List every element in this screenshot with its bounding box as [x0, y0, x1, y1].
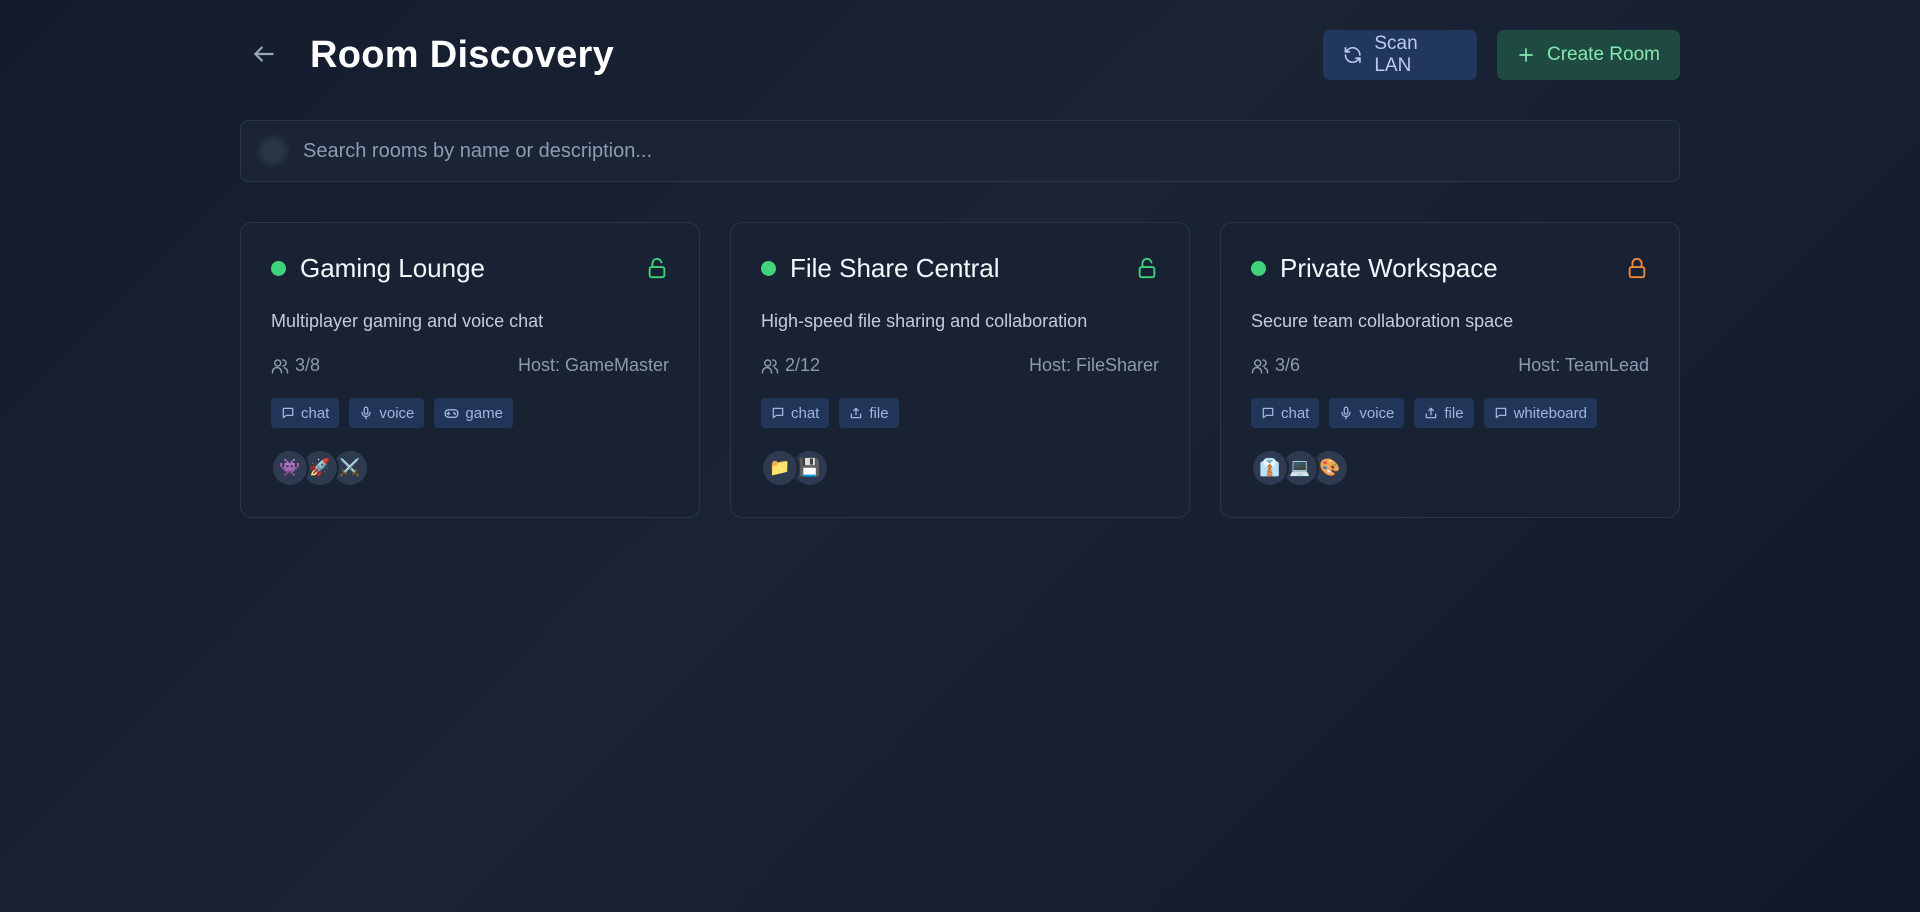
- feature-tag-voice[interactable]: voice: [349, 398, 425, 428]
- room-name: Gaming Lounge: [300, 252, 486, 283]
- member-avatars: 👔 💻 🎨: [1251, 449, 1349, 487]
- room-card-header: File Share Central: [761, 253, 1159, 283]
- occupancy-count: 2/12: [785, 355, 821, 375]
- host-label: Host: GameMaster: [517, 355, 669, 375]
- online-status-dot: [1251, 260, 1266, 276]
- page-title: Room Discovery: [310, 34, 615, 76]
- room-card-header: Gaming Lounge: [271, 253, 669, 283]
- feature-tag-label: voice: [379, 404, 415, 422]
- feature-tag-whiteboard[interactable]: whiteboard: [1483, 398, 1597, 428]
- online-status-dot: [761, 260, 776, 276]
- room-meta: 2/12 Host: FileSharer: [761, 355, 1159, 376]
- chat-icon: [1494, 406, 1508, 420]
- arrow-left-icon: [254, 46, 274, 62]
- search-icon: [259, 137, 287, 165]
- feature-tags: chat file: [761, 398, 899, 428]
- feature-tag-chat[interactable]: chat: [1251, 398, 1320, 428]
- unlock-icon: [645, 255, 669, 281]
- room-name: File Share Central: [790, 252, 1000, 283]
- feature-tag-label: game: [465, 404, 503, 422]
- scan-lan-button[interactable]: Scan LAN: [1323, 30, 1477, 80]
- feature-tag-file[interactable]: file: [839, 398, 899, 428]
- chat-icon: [281, 406, 295, 420]
- mic-icon: [359, 406, 373, 420]
- upload-icon: [1424, 406, 1438, 420]
- occupancy: 3/6: [1251, 355, 1300, 376]
- host-label: Host: FileSharer: [1028, 355, 1159, 375]
- room-description: High-speed file sharing and collaboratio…: [761, 311, 1088, 331]
- avatar[interactable]: 👔: [1251, 449, 1289, 487]
- room-list: Gaming Lounge Multiplayer gaming and voi…: [240, 222, 1680, 518]
- occupancy-count: 3/8: [295, 355, 321, 375]
- feature-tag-voice[interactable]: voice: [1329, 398, 1405, 428]
- avatar[interactable]: 📁: [761, 449, 799, 487]
- room-card-header: Private Workspace: [1251, 253, 1649, 283]
- refresh-icon: [1344, 46, 1361, 64]
- feature-tags: chat voice game: [271, 398, 513, 428]
- feature-tag-chat[interactable]: chat: [761, 398, 830, 428]
- back-button[interactable]: [240, 30, 288, 78]
- feature-tag-label: chat: [301, 404, 330, 422]
- chat-icon: [771, 406, 785, 420]
- create-room-button[interactable]: Create Room: [1497, 30, 1680, 80]
- room-discovery-page: Room Discovery Scan LAN Create Room Gami…: [240, 0, 1680, 518]
- users-icon: [761, 358, 779, 373]
- occupancy: 2/12: [761, 355, 820, 376]
- feature-tag-label: whiteboard: [1513, 404, 1587, 422]
- feature-tags: chat voice file whiteboard: [1251, 398, 1597, 428]
- unlock-icon: [1135, 255, 1159, 281]
- users-icon: [271, 358, 289, 373]
- feature-tag-game[interactable]: game: [434, 398, 513, 428]
- room-meta: 3/6 Host: TeamLead: [1251, 355, 1649, 376]
- occupancy-count: 3/6: [1275, 355, 1301, 375]
- upload-icon: [849, 406, 863, 420]
- feature-tag-label: file: [869, 404, 889, 422]
- lock-icon: [1625, 255, 1649, 281]
- feature-tag-file[interactable]: file: [1414, 398, 1474, 428]
- users-icon: [1251, 358, 1269, 373]
- occupancy: 3/8: [271, 355, 320, 376]
- create-room-label: Create Room: [1547, 44, 1660, 65]
- room-description: Multiplayer gaming and voice chat: [271, 311, 544, 331]
- member-avatars: 👾 🚀 ⚔️: [271, 449, 369, 487]
- gamepad-icon: [444, 406, 459, 421]
- room-meta: 3/8 Host: GameMaster: [271, 355, 669, 376]
- room-description: Secure team collaboration space: [1251, 311, 1514, 331]
- feature-tag-chat[interactable]: chat: [271, 398, 340, 428]
- plus-icon: [1519, 48, 1533, 62]
- feature-tag-label: chat: [1281, 404, 1310, 422]
- room-card[interactable]: Private Workspace Secure team collaborat…: [1220, 222, 1680, 518]
- room-name: Private Workspace: [1280, 252, 1498, 283]
- mic-icon: [1339, 406, 1353, 420]
- feature-tag-label: file: [1444, 404, 1464, 422]
- room-card[interactable]: Gaming Lounge Multiplayer gaming and voi…: [240, 222, 700, 518]
- avatar[interactable]: 👾: [271, 449, 309, 487]
- host-label: Host: TeamLead: [1518, 355, 1649, 375]
- search-bar[interactable]: [240, 120, 1680, 182]
- online-status-dot: [271, 260, 286, 276]
- search-input[interactable]: [303, 139, 1643, 163]
- room-card[interactable]: File Share Central High-speed file shari…: [730, 222, 1190, 518]
- feature-tag-label: chat: [791, 404, 820, 422]
- scan-lan-label: Scan LAN: [1374, 33, 1418, 76]
- feature-tag-label: voice: [1359, 404, 1395, 422]
- header: Room Discovery Scan LAN Create Room: [240, 0, 1680, 120]
- member-avatars: 📁 💾: [761, 449, 829, 487]
- chat-icon: [1261, 406, 1275, 420]
